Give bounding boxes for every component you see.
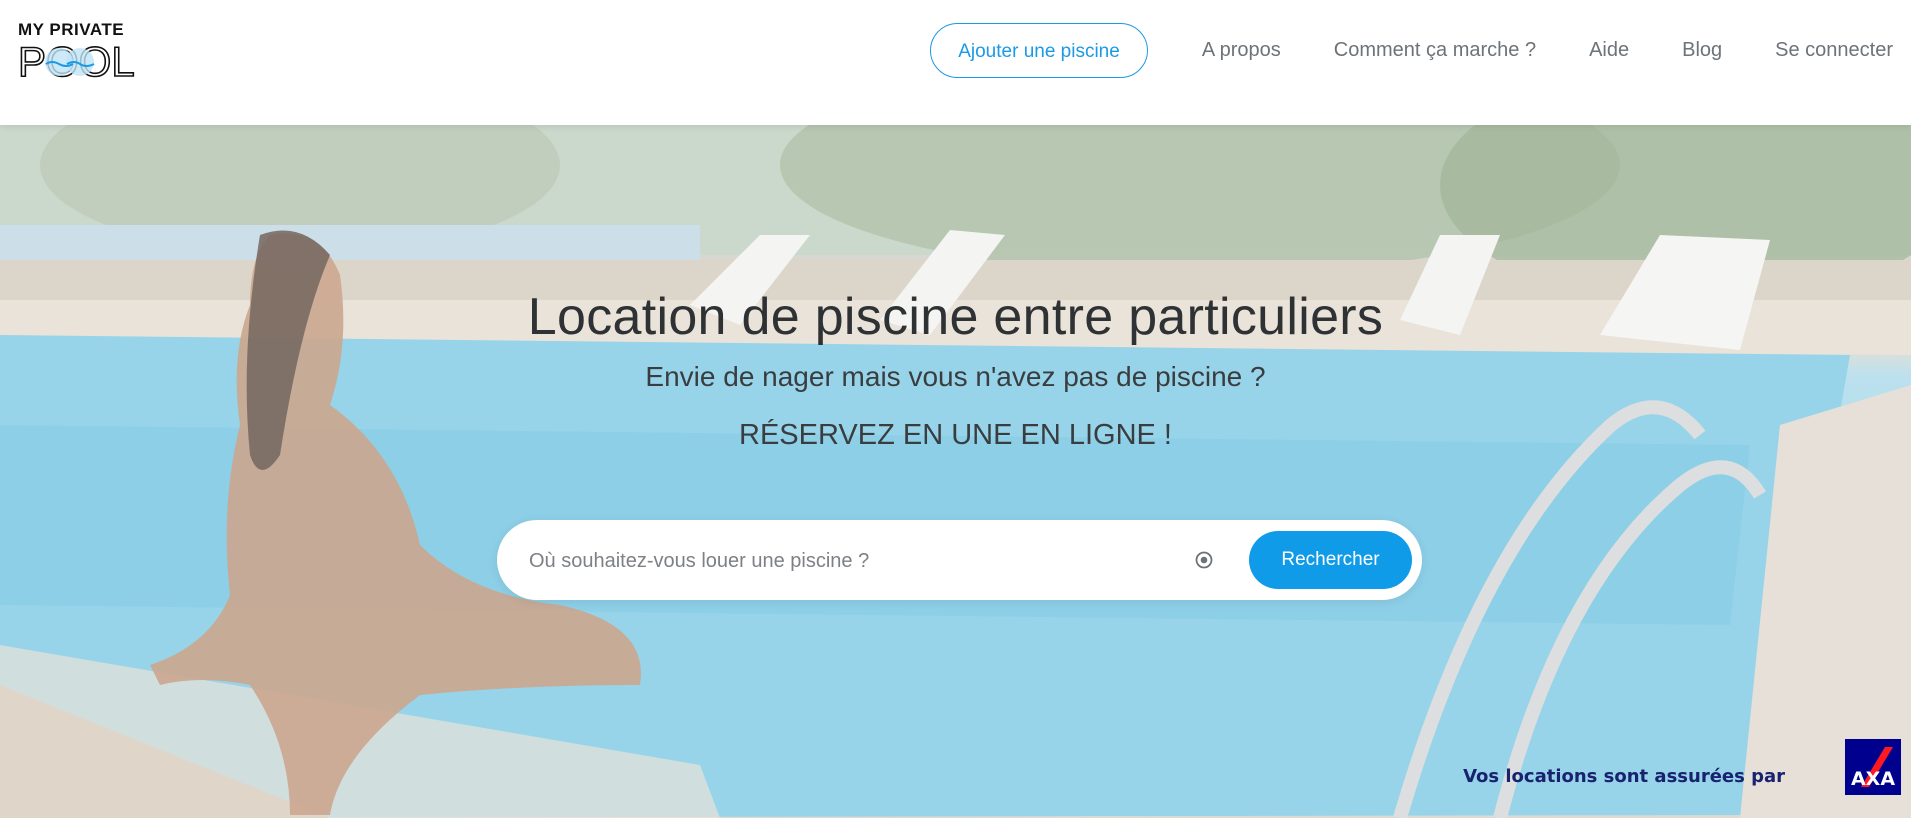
add-pool-button[interactable]: Ajouter une piscine (930, 23, 1148, 78)
hero-title: Location de piscine entre particuliers (527, 288, 1384, 346)
site-header: MY PRIVATE POOL Ajouter une piscine A pr… (0, 0, 1911, 125)
nav-help[interactable]: Aide (1589, 39, 1629, 62)
search-button[interactable]: Rechercher (1249, 531, 1412, 589)
logo-pool-graphic: POOL (18, 38, 136, 80)
nav-how-it-works[interactable]: Comment ça marche ? (1334, 39, 1536, 62)
nav-blog[interactable]: Blog (1682, 39, 1722, 62)
search-bar: Rechercher (497, 520, 1422, 600)
hero-cta-text: RÉSERVEZ EN UNE EN LIGNE ! (739, 419, 1172, 451)
hero-section: Location de piscine entre particuliers E… (0, 125, 1911, 818)
hero-subtitle: Envie de nager mais vous n'avez pas de p… (645, 361, 1266, 392)
main-nav: Ajouter une piscine A propos Comment ça … (930, 22, 1893, 79)
hero-overlay (0, 125, 1911, 818)
axa-logo[interactable]: AXA (1845, 739, 1901, 795)
target-icon[interactable] (1194, 550, 1214, 570)
logo-top-text: MY PRIVATE (18, 20, 125, 39)
site-logo[interactable]: MY PRIVATE POOL (18, 20, 136, 82)
axa-logo-text: AXA (1851, 768, 1895, 790)
search-input[interactable] (527, 540, 1151, 582)
insurance-text: Vos locations sont assurées par (1463, 766, 1785, 787)
nav-login[interactable]: Se connecter (1775, 39, 1893, 62)
nav-about[interactable]: A propos (1202, 39, 1281, 62)
